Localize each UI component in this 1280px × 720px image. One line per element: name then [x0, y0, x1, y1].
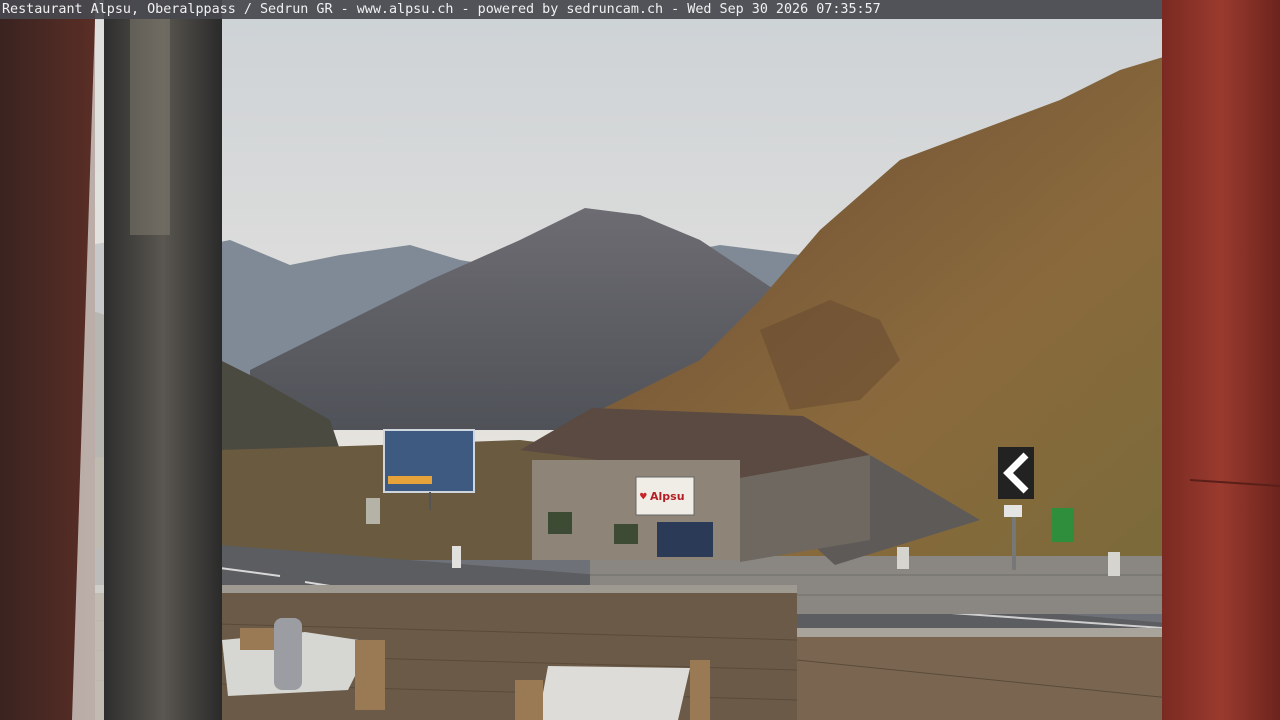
- green-bin: [1052, 508, 1074, 542]
- small-marker: [366, 498, 380, 524]
- hut-window: [548, 512, 572, 534]
- fence-rail: [797, 628, 1192, 637]
- terrace-table: [538, 666, 690, 720]
- wooden-post-right: [1162, 0, 1280, 720]
- billboard-stripe: [388, 476, 432, 484]
- hut-sign-text: Alpsu: [650, 490, 685, 503]
- timestamp-caption: Restaurant Alpsu, Oberalppass / Sedrun G…: [0, 0, 1162, 19]
- bollard: [897, 547, 909, 569]
- bollard: [452, 546, 461, 568]
- terrace-fence-right: [797, 636, 1197, 720]
- heart-icon: ♥: [640, 490, 647, 503]
- folded-umbrella: [274, 618, 302, 690]
- small-sign: [1004, 505, 1022, 517]
- hut-window: [614, 524, 638, 544]
- pole-highlight: [130, 0, 170, 235]
- hut-poster: [657, 522, 713, 557]
- webcam-image: Alpsu ♥: [0, 0, 1280, 720]
- bollard: [1108, 552, 1120, 576]
